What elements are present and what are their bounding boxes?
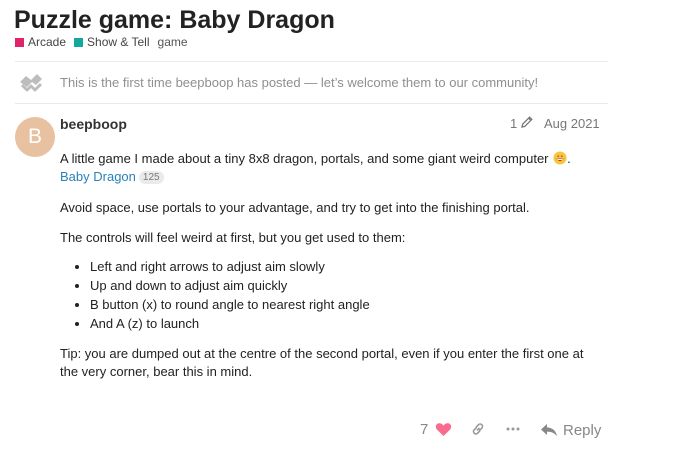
welcome-hands-icon <box>20 74 43 92</box>
grinning-face-emoji-icon <box>553 151 567 165</box>
edit-count[interactable]: 1 <box>510 116 517 131</box>
category-arcade[interactable]: Arcade <box>15 35 66 49</box>
first-post-notice: This is the first time beepboop has post… <box>60 75 539 90</box>
tag-game[interactable]: game <box>158 35 188 49</box>
link-icon[interactable] <box>470 421 486 437</box>
controls-list: Left and right arrows to adjust aim slow… <box>90 257 600 333</box>
tip-paragraph: Tip: you are dumped out at the centre of… <box>60 346 584 379</box>
category-color-swatch <box>15 37 24 47</box>
more-options-icon[interactable] <box>506 427 520 431</box>
space-paragraph: Avoid space, use portals to your advanta… <box>60 200 530 215</box>
list-item: Left and right arrows to adjust aim slow… <box>90 257 600 276</box>
category-show-and-tell[interactable]: Show & Tell <box>74 35 150 49</box>
intro-end: . <box>567 151 571 166</box>
list-item: And A (z) to launch <box>90 314 600 333</box>
topic-title[interactable]: Puzzle game: Baby Dragon <box>14 6 335 35</box>
reply-arrow-icon <box>541 424 557 437</box>
like-count[interactable]: 7 <box>420 421 428 438</box>
intro-paragraph: A little game I made about a tiny 8x8 dr… <box>60 150 600 186</box>
reply-button[interactable]: Reply <box>540 419 601 441</box>
category-color-swatch <box>74 37 84 47</box>
list-item: B button (x) to round angle to nearest r… <box>90 295 600 314</box>
category-label: Arcade <box>28 35 67 49</box>
topic-categories: Arcade Show & Tell game <box>15 35 188 49</box>
category-label: Show & Tell <box>87 35 150 49</box>
baby-dragon-link[interactable]: Baby Dragon <box>60 169 136 184</box>
post-date[interactable]: Aug 2021 <box>544 116 600 131</box>
controls-paragraph: The controls will feel weird at first, b… <box>60 230 406 245</box>
divider <box>15 61 608 62</box>
link-click-count: 125 <box>138 171 164 184</box>
divider <box>15 103 608 104</box>
avatar[interactable]: B <box>15 117 55 157</box>
post-body: A little game I made about a tiny 8x8 dr… <box>60 150 600 381</box>
reply-label: Reply <box>563 421 602 439</box>
intro-text: A little game I made about a tiny 8x8 dr… <box>60 151 549 166</box>
list-item: Up and down to adjust aim quickly <box>90 276 600 295</box>
heart-icon[interactable] <box>435 422 452 437</box>
username[interactable]: beepboop <box>60 116 127 132</box>
pencil-icon[interactable] <box>520 115 534 129</box>
